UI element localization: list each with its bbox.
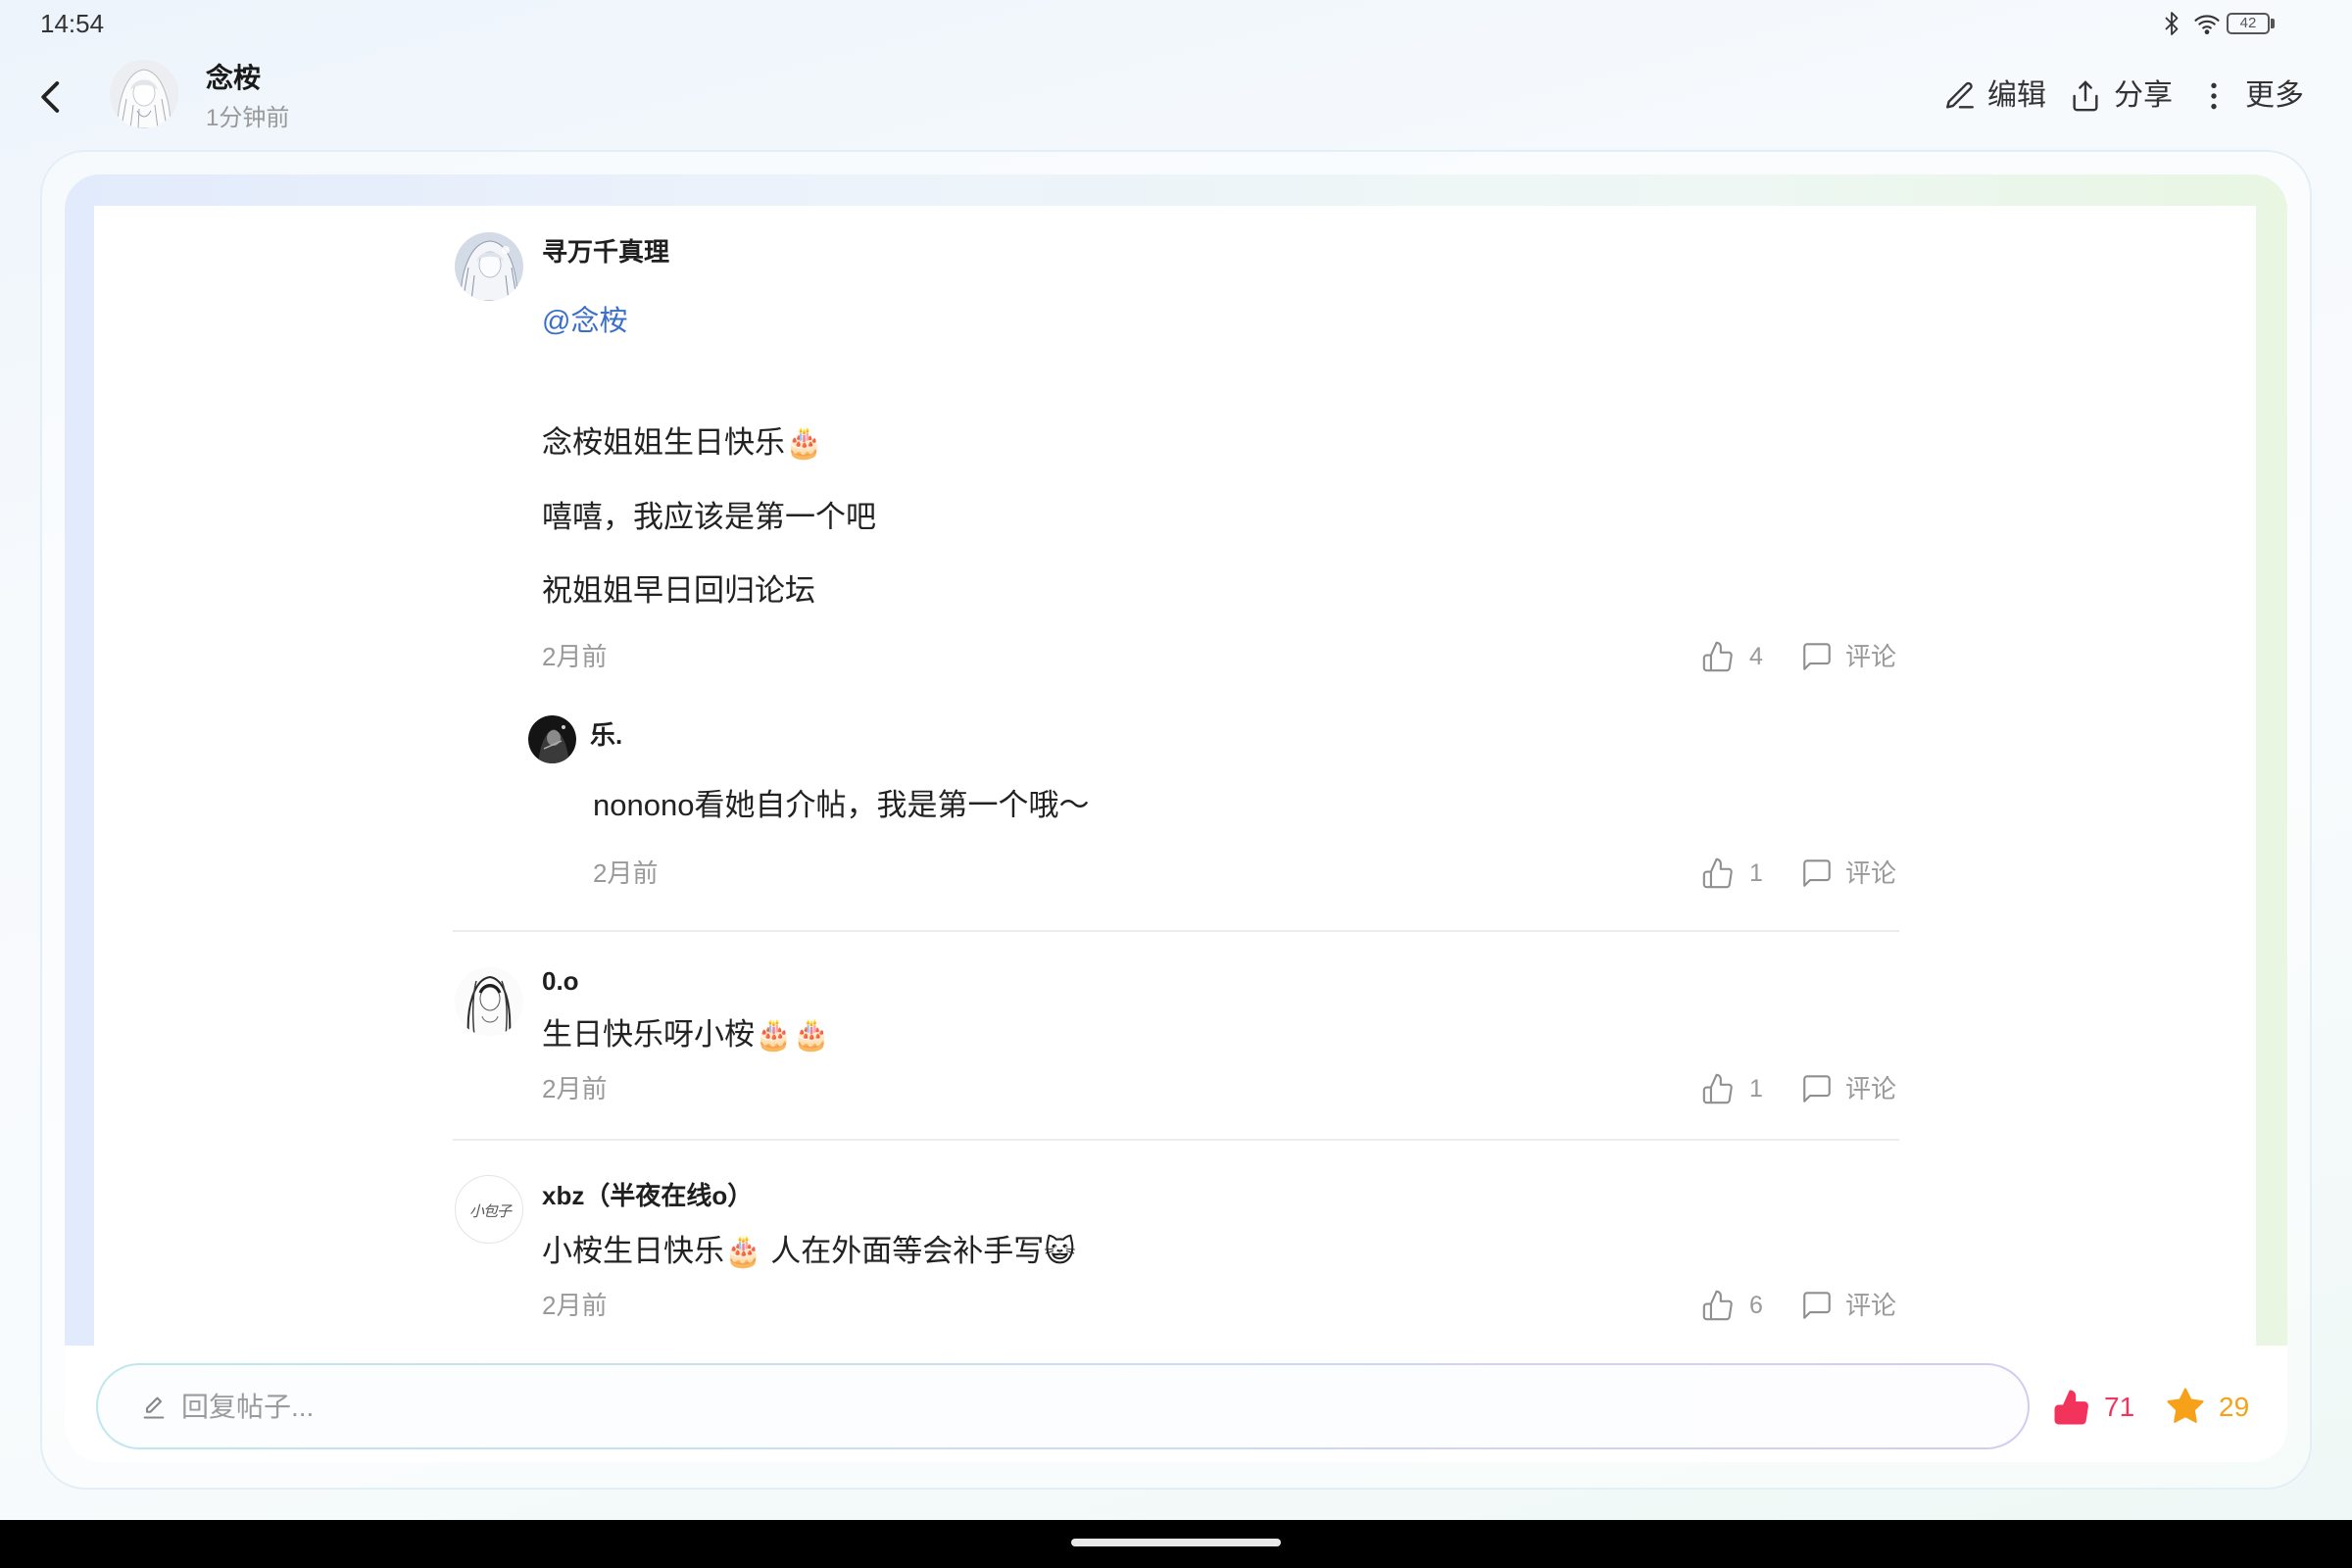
comment-author[interactable]: xbz（半夜在线o） [542, 1181, 753, 1210]
comment-author[interactable]: 0.o [542, 966, 579, 996]
pencil-icon [140, 1394, 168, 1421]
edit-label: 编辑 [1987, 79, 2046, 112]
like-count[interactable]: 1 [1749, 858, 1763, 888]
like-count[interactable]: 6 [1749, 1291, 1763, 1320]
bluetooth-icon [2160, 10, 2183, 37]
home-indicator[interactable] [1071, 1539, 1281, 1546]
comment-author[interactable]: 寻万千真理 [542, 237, 669, 267]
comment-button-label[interactable]: 评论 [1845, 642, 1896, 671]
post-favorite-count[interactable]: 29 [2219, 1390, 2249, 1425]
post-timestamp: 1分钟前 [206, 105, 290, 131]
star-filled-icon[interactable] [2165, 1386, 2206, 1427]
comments-panel[interactable]: 寻万千真理 @念桉 念桉姐姐生日快乐🎂 嘻嘻，我应该是第一个吧 祝姐姐早日回归论… [94, 206, 2256, 1346]
share-icon [2069, 79, 2102, 113]
like-count[interactable]: 1 [1749, 1074, 1763, 1103]
mention-link[interactable]: @念桉 [542, 304, 627, 339]
share-label: 分享 [2114, 79, 2173, 112]
comment-icon[interactable] [1800, 857, 1834, 890]
wifi-icon [2192, 11, 2222, 36]
edit-icon [1943, 79, 1977, 113]
reply-input[interactable] [181, 1386, 2004, 1429]
thumbs-up-icon[interactable] [1701, 1072, 1735, 1105]
comment-button-label[interactable]: 评论 [1845, 1074, 1896, 1103]
comment-item[interactable]: 小包子 xbz（半夜在线o） 小桉生日快乐🎂 人在外面等会补手写😺 2月前 6 … [453, 1141, 1899, 1346]
thumbs-up-icon[interactable] [1701, 1289, 1735, 1322]
reply-item[interactable]: 乐. nonono看她自介帖，我是第一个哦～ 2月前 1 评论 [521, 701, 1899, 916]
avatar[interactable] [455, 967, 523, 1036]
comment-actions: 6 评论 [1701, 1289, 1907, 1322]
comment-time: 2月前 [542, 642, 608, 671]
like-count[interactable]: 4 [1749, 642, 1763, 671]
avatar-handwriting: 小包子 [468, 1201, 512, 1220]
reply-author[interactable]: 乐. [590, 720, 622, 750]
comment-text-line: 念桉姐姐生日快乐🎂 [542, 425, 823, 460]
comment-time: 2月前 [542, 1074, 608, 1103]
comment-button-label[interactable]: 评论 [1845, 1291, 1896, 1320]
post-like-count[interactable]: 71 [2104, 1390, 2134, 1425]
comment-actions: 4 评论 [1701, 640, 1907, 673]
thumbs-up-filled-icon[interactable] [2052, 1388, 2091, 1427]
battery-icon: 42 [2227, 13, 2270, 34]
comment-text-line: 祝姐姐早日回归论坛 [542, 573, 815, 608]
more-label: 更多 [2245, 79, 2304, 112]
status-time: 14:54 [40, 9, 105, 38]
comment-item[interactable]: 0.o 生日快乐呀小桉🎂🎂 2月前 1 评论 [453, 932, 1899, 1139]
reply-time: 2月前 [593, 858, 659, 888]
avatar[interactable] [528, 715, 576, 763]
chevron-left-icon [31, 76, 73, 118]
thumbs-up-icon[interactable] [1701, 640, 1735, 673]
avatar[interactable]: 小包子 [455, 1175, 523, 1244]
more-vertical-icon [2197, 79, 2230, 113]
page-title: 念桉 [206, 63, 262, 93]
comment-button-label[interactable]: 评论 [1845, 858, 1896, 888]
comment-icon[interactable] [1800, 640, 1834, 673]
comment-text: 小桉生日快乐🎂 人在外面等会补手写😺 [542, 1234, 1076, 1268]
comment-icon[interactable] [1800, 1072, 1834, 1105]
thumbs-up-icon[interactable] [1701, 857, 1735, 890]
author-avatar[interactable] [110, 60, 178, 128]
comment-icon[interactable] [1800, 1289, 1834, 1322]
reply-actions: 1 评论 [1701, 857, 1907, 890]
comment-item[interactable]: 寻万千真理 @念桉 念桉姐姐生日快乐🎂 嘻嘻，我应该是第一个吧 祝姐姐早日回归论… [453, 206, 1899, 930]
battery-nub [2271, 19, 2275, 28]
comment-text-line: 嘻嘻，我应该是第一个吧 [542, 500, 876, 534]
reply-text: nonono看她自介帖，我是第一个哦～ [593, 788, 1090, 822]
avatar[interactable] [455, 232, 523, 301]
comment-text: 生日快乐呀小桉🎂🎂 [542, 1017, 831, 1052]
battery-level: 42 [2239, 15, 2257, 31]
comment-list: 寻万千真理 @念桉 念桉姐姐生日快乐🎂 嘻嘻，我应该是第一个吧 祝姐姐早日回归论… [453, 206, 1899, 1346]
comment-time: 2月前 [542, 1291, 608, 1320]
comment-actions: 1 评论 [1701, 1072, 1907, 1105]
back-button[interactable] [31, 76, 73, 118]
